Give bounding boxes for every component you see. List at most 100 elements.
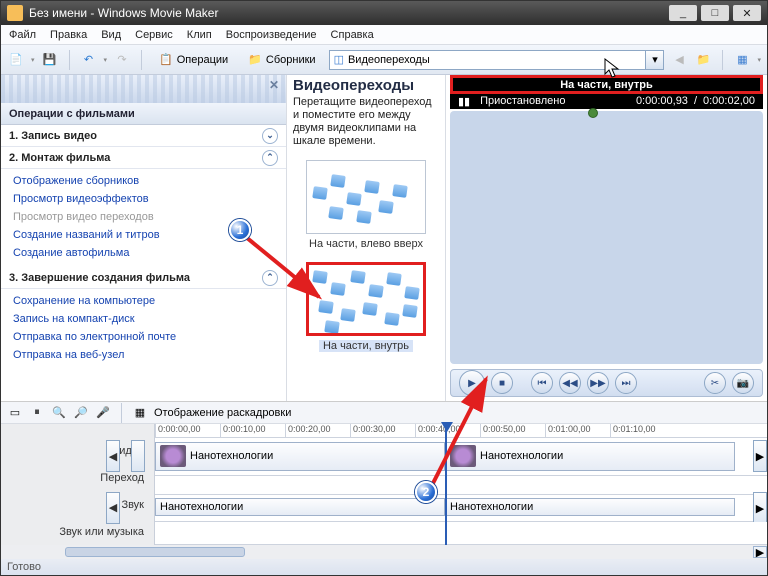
timeline: ▭ ⏸ 🔍 🔎 🎤 ▦ Отображение раскадровки Виде… xyxy=(1,401,767,559)
transitions-title: Видеопереходы xyxy=(293,77,439,94)
track-label-audio: Звук ◀ xyxy=(1,492,154,519)
frame-back-button[interactable]: ◀◀ xyxy=(559,372,581,394)
separator xyxy=(69,50,70,70)
link-video-transitions: Просмотр видео переходов xyxy=(13,209,274,225)
ruler-tick: 0:00:20,00 xyxy=(285,424,350,437)
redo-icon[interactable]: ↷ xyxy=(113,51,131,69)
maximize-button[interactable]: □ xyxy=(701,5,729,21)
folder-icon: 📁 xyxy=(248,53,262,66)
collection-dropdown[interactable]: ◫ Видеопереходы ▾ xyxy=(329,50,665,70)
ruler-tick: 0:00:00,00 xyxy=(155,424,220,437)
video-clip-2[interactable]: Нанотехнологии xyxy=(445,442,735,471)
audio-track-next-button[interactable]: ▶ xyxy=(753,492,767,524)
undo-icon[interactable]: ↶ xyxy=(80,51,98,69)
track-label-music: Звук или музыка xyxy=(1,518,154,545)
scrollbar-thumb[interactable] xyxy=(65,547,245,557)
timeline-scrollbar[interactable]: ▶ xyxy=(1,545,767,559)
transition-caption-2: На части, внутрь xyxy=(319,340,413,352)
clip-label: Нанотехнологии xyxy=(450,501,533,513)
section-2-head[interactable]: 2. Монтаж фильма ⌃ xyxy=(1,147,286,169)
play-button[interactable]: ▶ xyxy=(459,370,485,396)
collections-button[interactable]: 📁 Сборники xyxy=(241,49,322,71)
clip-thumb xyxy=(450,445,476,467)
up-level-icon[interactable]: 📁 xyxy=(694,51,712,69)
menu-tools[interactable]: Сервис xyxy=(135,29,173,41)
ruler-tick: 0:00:10,00 xyxy=(220,424,285,437)
link-video-effects[interactable]: Просмотр видеоэффектов xyxy=(13,191,274,207)
seek-bar[interactable] xyxy=(450,111,763,364)
audio-clip-2[interactable]: Нанотехнологии xyxy=(445,498,735,516)
audio-clip-1[interactable]: Нанотехнологии xyxy=(155,498,445,516)
preview-time-total: 0:00:02,00 xyxy=(703,95,755,107)
menu-clip[interactable]: Клип xyxy=(187,29,212,41)
video-track-next-button[interactable]: ▶ xyxy=(753,440,767,472)
timeline-mode-icon[interactable]: ▭ xyxy=(7,405,23,421)
save-icon[interactable]: 💾 xyxy=(41,51,59,69)
video-clip-1[interactable]: Нанотехнологии xyxy=(155,442,445,471)
minimize-button[interactable]: _ xyxy=(669,5,697,21)
take-snapshot-button[interactable]: 📷 xyxy=(732,372,754,394)
zoom-out-icon[interactable]: 🔎 xyxy=(73,405,89,421)
app-icon xyxy=(7,5,23,21)
scroll-right-button[interactable]: ▶ xyxy=(753,546,767,558)
video-track[interactable]: Нанотехнологии Нанотехнологии ▶ xyxy=(155,438,767,476)
status-text: Готово xyxy=(7,561,41,573)
menu-view[interactable]: Вид xyxy=(101,29,121,41)
stop-button[interactable]: ■ xyxy=(491,372,513,394)
separator xyxy=(141,50,142,70)
task-pane-close-button[interactable]: ✕ xyxy=(266,77,282,93)
seek-thumb[interactable] xyxy=(588,108,598,118)
collections-label: Сборники xyxy=(266,54,316,66)
storyboard-icon[interactable]: ▦ xyxy=(132,405,148,421)
new-project-icon[interactable]: 📄 xyxy=(7,51,25,69)
body-main: Операции с фильмами ✕ 1. Запись видео ⌄ … xyxy=(1,75,767,401)
link-titles-credits[interactable]: Создание названий и титров xyxy=(13,227,274,243)
split-clip-button[interactable]: ✂ xyxy=(704,372,726,394)
link-automovie[interactable]: Создание автофильма xyxy=(13,245,274,261)
section-3-head[interactable]: 3. Завершение создания фильма ⌃ xyxy=(1,267,286,289)
forward-end-button[interactable]: ⏭ xyxy=(615,372,637,394)
window-controls: _ □ ✕ xyxy=(669,5,761,21)
music-track[interactable] xyxy=(155,522,767,545)
link-burn-cd[interactable]: Запись на компакт-диск xyxy=(13,311,274,327)
clip-thumb xyxy=(160,445,186,467)
transition-track[interactable] xyxy=(155,476,767,495)
frame-forward-button[interactable]: ▶▶ xyxy=(587,372,609,394)
tasks-button[interactable]: 📋 Операции xyxy=(152,49,235,71)
transition-thumb-2 xyxy=(306,262,426,336)
rewind-start-button[interactable]: ⏮ xyxy=(531,372,553,394)
rewind-icon[interactable]: ⏸ xyxy=(29,405,45,421)
link-email[interactable]: Отправка по электронной почте xyxy=(13,329,274,345)
ruler-tick: 0:01:00,00 xyxy=(545,424,610,437)
section-1-title: 1. Запись видео xyxy=(9,130,97,142)
transition-item-1[interactable]: На части, влево вверх xyxy=(293,154,439,256)
ruler-tick: 0:00:30,00 xyxy=(350,424,415,437)
menu-file[interactable]: Файл xyxy=(9,29,36,41)
view-mode-button[interactable]: ▦ xyxy=(733,51,751,69)
section-2-title: 2. Монтаж фильма xyxy=(9,152,110,164)
timeline-ruler[interactable]: 0:00:00,00 0:00:10,00 0:00:20,00 0:00:30… xyxy=(155,424,767,438)
task-pane-top-decor xyxy=(1,75,286,103)
close-button[interactable]: ✕ xyxy=(733,5,761,21)
zoom-in-icon[interactable]: 🔍 xyxy=(51,405,67,421)
audio-track[interactable]: Нанотехнологии Нанотехнологии ▶ xyxy=(155,495,767,522)
nav-back-icon[interactable]: ◀ xyxy=(670,51,688,69)
link-web[interactable]: Отправка на веб-узел xyxy=(13,347,274,363)
menu-help[interactable]: Справка xyxy=(331,29,374,41)
menu-playback[interactable]: Воспроизведение xyxy=(226,29,317,41)
transition-item-2[interactable]: На части, внутрь xyxy=(293,256,439,358)
link-show-collections[interactable]: Отображение сборников xyxy=(13,173,274,189)
tasks-icon: 📋 xyxy=(159,53,173,66)
playhead[interactable] xyxy=(445,424,447,545)
link-save-computer[interactable]: Сохранение на компьютере xyxy=(13,293,274,309)
transition-thumb-1 xyxy=(306,160,426,234)
track-label-video: Видео ◀ xyxy=(1,438,154,465)
chevron-up-icon: ⌃ xyxy=(262,150,278,166)
menu-edit[interactable]: Правка xyxy=(50,29,87,41)
task-pane-title-text: Операции с фильмами xyxy=(9,108,135,120)
mic-icon[interactable]: 🎤 xyxy=(95,405,111,421)
dropdown-arrow-button[interactable]: ▾ xyxy=(646,50,664,70)
section-1-head[interactable]: 1. Запись видео ⌄ xyxy=(1,125,286,147)
clip-label: Нанотехнологии xyxy=(190,450,273,462)
preview-status-text: Приостановлено xyxy=(480,95,565,107)
